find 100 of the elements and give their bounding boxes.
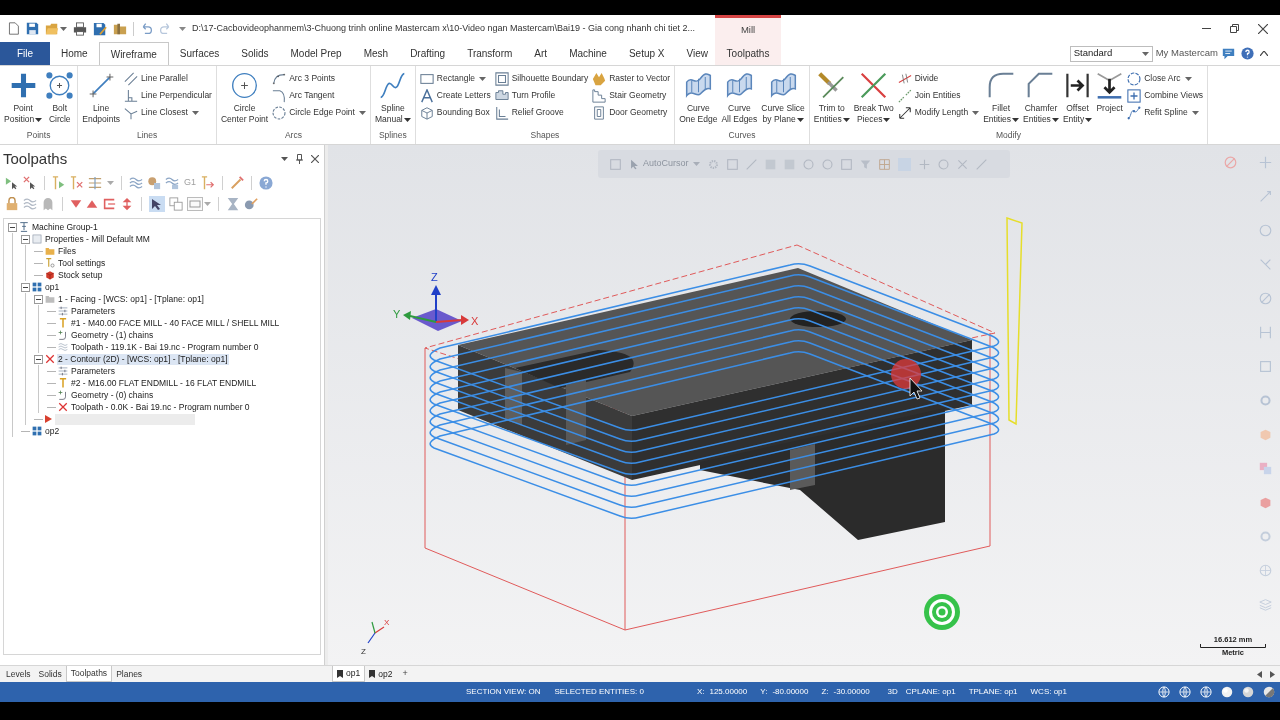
crossed-lines-icon[interactable] bbox=[1259, 258, 1272, 271]
ribbon-button[interactable]: Silhouette Boundary bbox=[493, 70, 590, 87]
ribbon-button[interactable]: Line Closest bbox=[123, 104, 213, 121]
globe-icon[interactable] bbox=[1200, 686, 1212, 698]
h-shape-icon[interactable] bbox=[1259, 326, 1272, 339]
tree-item[interactable]: Tool settings bbox=[57, 257, 107, 269]
dropdown-caret-icon[interactable] bbox=[479, 76, 487, 81]
dashed-ring-icon[interactable] bbox=[707, 158, 719, 170]
eye-pen-icon[interactable] bbox=[244, 196, 258, 211]
ribbon-button[interactable]: Divide bbox=[896, 70, 981, 87]
ribbon-button[interactable]: Create Letters bbox=[418, 87, 492, 104]
up-down-arrow-icon[interactable] bbox=[120, 196, 134, 211]
close-icon[interactable] bbox=[311, 155, 319, 163]
dropdown-caret-icon[interactable] bbox=[1191, 110, 1199, 115]
ribbon-button[interactable]: Line Parallel bbox=[123, 70, 213, 87]
tree-item[interactable]: Toolpath - 0.0K - Bai 19.nc - Program number 0 bbox=[70, 401, 251, 413]
no-entry-icon[interactable] bbox=[1224, 156, 1237, 169]
collapse-toggle-icon[interactable] bbox=[34, 294, 43, 304]
dropdown-caret-icon[interactable] bbox=[1051, 117, 1059, 122]
ribbon-button[interactable]: Circle Center Point bbox=[218, 66, 271, 125]
dropdown-caret-icon[interactable] bbox=[35, 117, 43, 122]
ghost-icon[interactable] bbox=[41, 196, 55, 211]
ribbon-button[interactable]: Arc Tangent bbox=[271, 87, 367, 104]
sphere-icon[interactable] bbox=[1221, 686, 1233, 698]
lock-icon[interactable] bbox=[5, 196, 19, 211]
hourglass-icon[interactable] bbox=[226, 196, 240, 211]
pin-icon[interactable] bbox=[296, 154, 303, 164]
help-icon[interactable] bbox=[1241, 47, 1254, 60]
collapse-toggle-icon[interactable] bbox=[21, 282, 30, 292]
ribbon-tab[interactable]: Surfaces bbox=[168, 42, 231, 65]
wave-lines-icon[interactable] bbox=[129, 176, 143, 190]
dropdown-caret-icon[interactable] bbox=[883, 117, 891, 122]
dropdown-caret-icon[interactable] bbox=[191, 110, 199, 115]
tree-item[interactable]: 1 - Facing - [WCS: op1] - [Tplane: op1] bbox=[57, 293, 205, 305]
ribbon-button[interactable]: Chamfer Entities bbox=[1021, 66, 1061, 125]
tree-item[interactable]: Files bbox=[57, 245, 77, 257]
tree-item[interactable]: Geometry - (1) chains bbox=[70, 329, 155, 341]
ribbon-tab[interactable]: Wireframe bbox=[98, 42, 169, 65]
tree-item[interactable]: op1 bbox=[44, 281, 61, 293]
gear-document-icon[interactable] bbox=[147, 176, 161, 190]
dropdown-caret-icon[interactable] bbox=[1141, 51, 1149, 56]
square-icon[interactable] bbox=[1259, 360, 1272, 373]
ribbon-tab[interactable]: Solids bbox=[230, 42, 280, 65]
customize-caret-icon[interactable] bbox=[179, 26, 186, 31]
ribbon-button[interactable]: Line Endpoints bbox=[80, 66, 123, 125]
panel-tab[interactable]: Planes bbox=[112, 666, 147, 682]
ring-icon[interactable] bbox=[1259, 394, 1272, 407]
ribbon-tab[interactable]: Art bbox=[523, 42, 559, 65]
overlap-squares-icon[interactable] bbox=[169, 196, 183, 211]
tree-item[interactable]: 2 - Contour (2D) - [WCS: op1] - [Tplane: op1] bbox=[57, 353, 229, 365]
ribbon-tab[interactable]: Transform bbox=[456, 42, 524, 65]
ribbon-button[interactable]: Combine Views bbox=[1126, 87, 1205, 104]
tree-item[interactable]: op2 bbox=[44, 425, 61, 437]
caret-down-icon[interactable] bbox=[281, 157, 288, 161]
tree-item[interactable]: Parameters bbox=[70, 305, 116, 317]
half-circle-icon[interactable] bbox=[1263, 686, 1275, 698]
tree-item[interactable]: Properties - Mill Default MM bbox=[44, 233, 151, 245]
viewsheet-tab[interactable]: op1 bbox=[332, 666, 366, 682]
ribbon-tab[interactable]: File bbox=[0, 42, 50, 65]
ribbon-button[interactable]: Circle Edge Point bbox=[271, 104, 367, 121]
ribbon-button[interactable]: Curve All Edges bbox=[719, 66, 760, 125]
workspace-select[interactable]: Standard bbox=[1069, 45, 1153, 62]
collapse-toggle-icon[interactable] bbox=[8, 222, 17, 232]
no-entry-icon[interactable] bbox=[1259, 292, 1272, 305]
tool-play-icon[interactable] bbox=[52, 176, 66, 190]
ribbon-button[interactable]: Spline Manual bbox=[372, 66, 413, 125]
circle-icon[interactable] bbox=[1259, 224, 1272, 237]
tool-x-icon[interactable] bbox=[70, 176, 84, 190]
ribbon-button[interactable]: Fillet Entities bbox=[981, 66, 1021, 125]
hexagon-icon[interactable] bbox=[1259, 496, 1272, 509]
ribbon-tab[interactable]: Home bbox=[50, 42, 99, 65]
viewsheet-tab[interactable]: op2 bbox=[365, 666, 397, 682]
dropdown-caret-icon[interactable] bbox=[972, 110, 980, 115]
ribbon-button[interactable]: Curve Slice by Plane bbox=[759, 66, 807, 125]
ribbon-tab[interactable]: Machine bbox=[558, 42, 618, 65]
undo-icon[interactable] bbox=[140, 22, 153, 35]
wand-icon[interactable] bbox=[230, 176, 244, 190]
ribbon-button[interactable]: Turn Profile bbox=[493, 87, 590, 104]
cross-icon[interactable] bbox=[956, 158, 968, 170]
ribbon-button[interactable]: Stair Geometry bbox=[591, 87, 672, 104]
tree-item[interactable]: #1 - M40.00 FACE MILL - 40 FACE MILL / SHELL MILL bbox=[70, 317, 281, 329]
ribbon-tab[interactable]: Setup X bbox=[617, 42, 676, 65]
ribbon-button[interactable]: Relief Groove bbox=[493, 104, 590, 121]
ribbon-tab[interactable]: Toolpaths bbox=[715, 42, 781, 65]
x-cursor-icon[interactable] bbox=[23, 176, 37, 190]
ribbon-tab[interactable]: Mesh bbox=[352, 42, 400, 65]
tree-item[interactable]: #2 - M16.00 FLAT ENDMILL - 16 FLAT ENDMILL bbox=[70, 377, 258, 389]
collapse-caret-icon[interactable] bbox=[1260, 51, 1268, 56]
swap-lines-icon[interactable] bbox=[88, 176, 102, 190]
target-icon[interactable] bbox=[924, 594, 960, 630]
play-cursor-icon[interactable] bbox=[5, 176, 19, 190]
dropdown-caret-icon[interactable] bbox=[796, 117, 804, 122]
ribbon-button[interactable]: Close Arc bbox=[1126, 70, 1205, 87]
folder-icon[interactable] bbox=[113, 21, 127, 36]
save-as-icon[interactable] bbox=[93, 21, 107, 36]
dropdown-caret-icon[interactable] bbox=[1085, 117, 1093, 122]
ribbon-button[interactable]: Rectangle bbox=[418, 70, 492, 87]
ribbon-button[interactable]: Door Geometry bbox=[591, 104, 672, 121]
wave-lines-icon[interactable] bbox=[23, 196, 37, 211]
ribbon-button[interactable]: Raster to Vector bbox=[591, 70, 672, 87]
